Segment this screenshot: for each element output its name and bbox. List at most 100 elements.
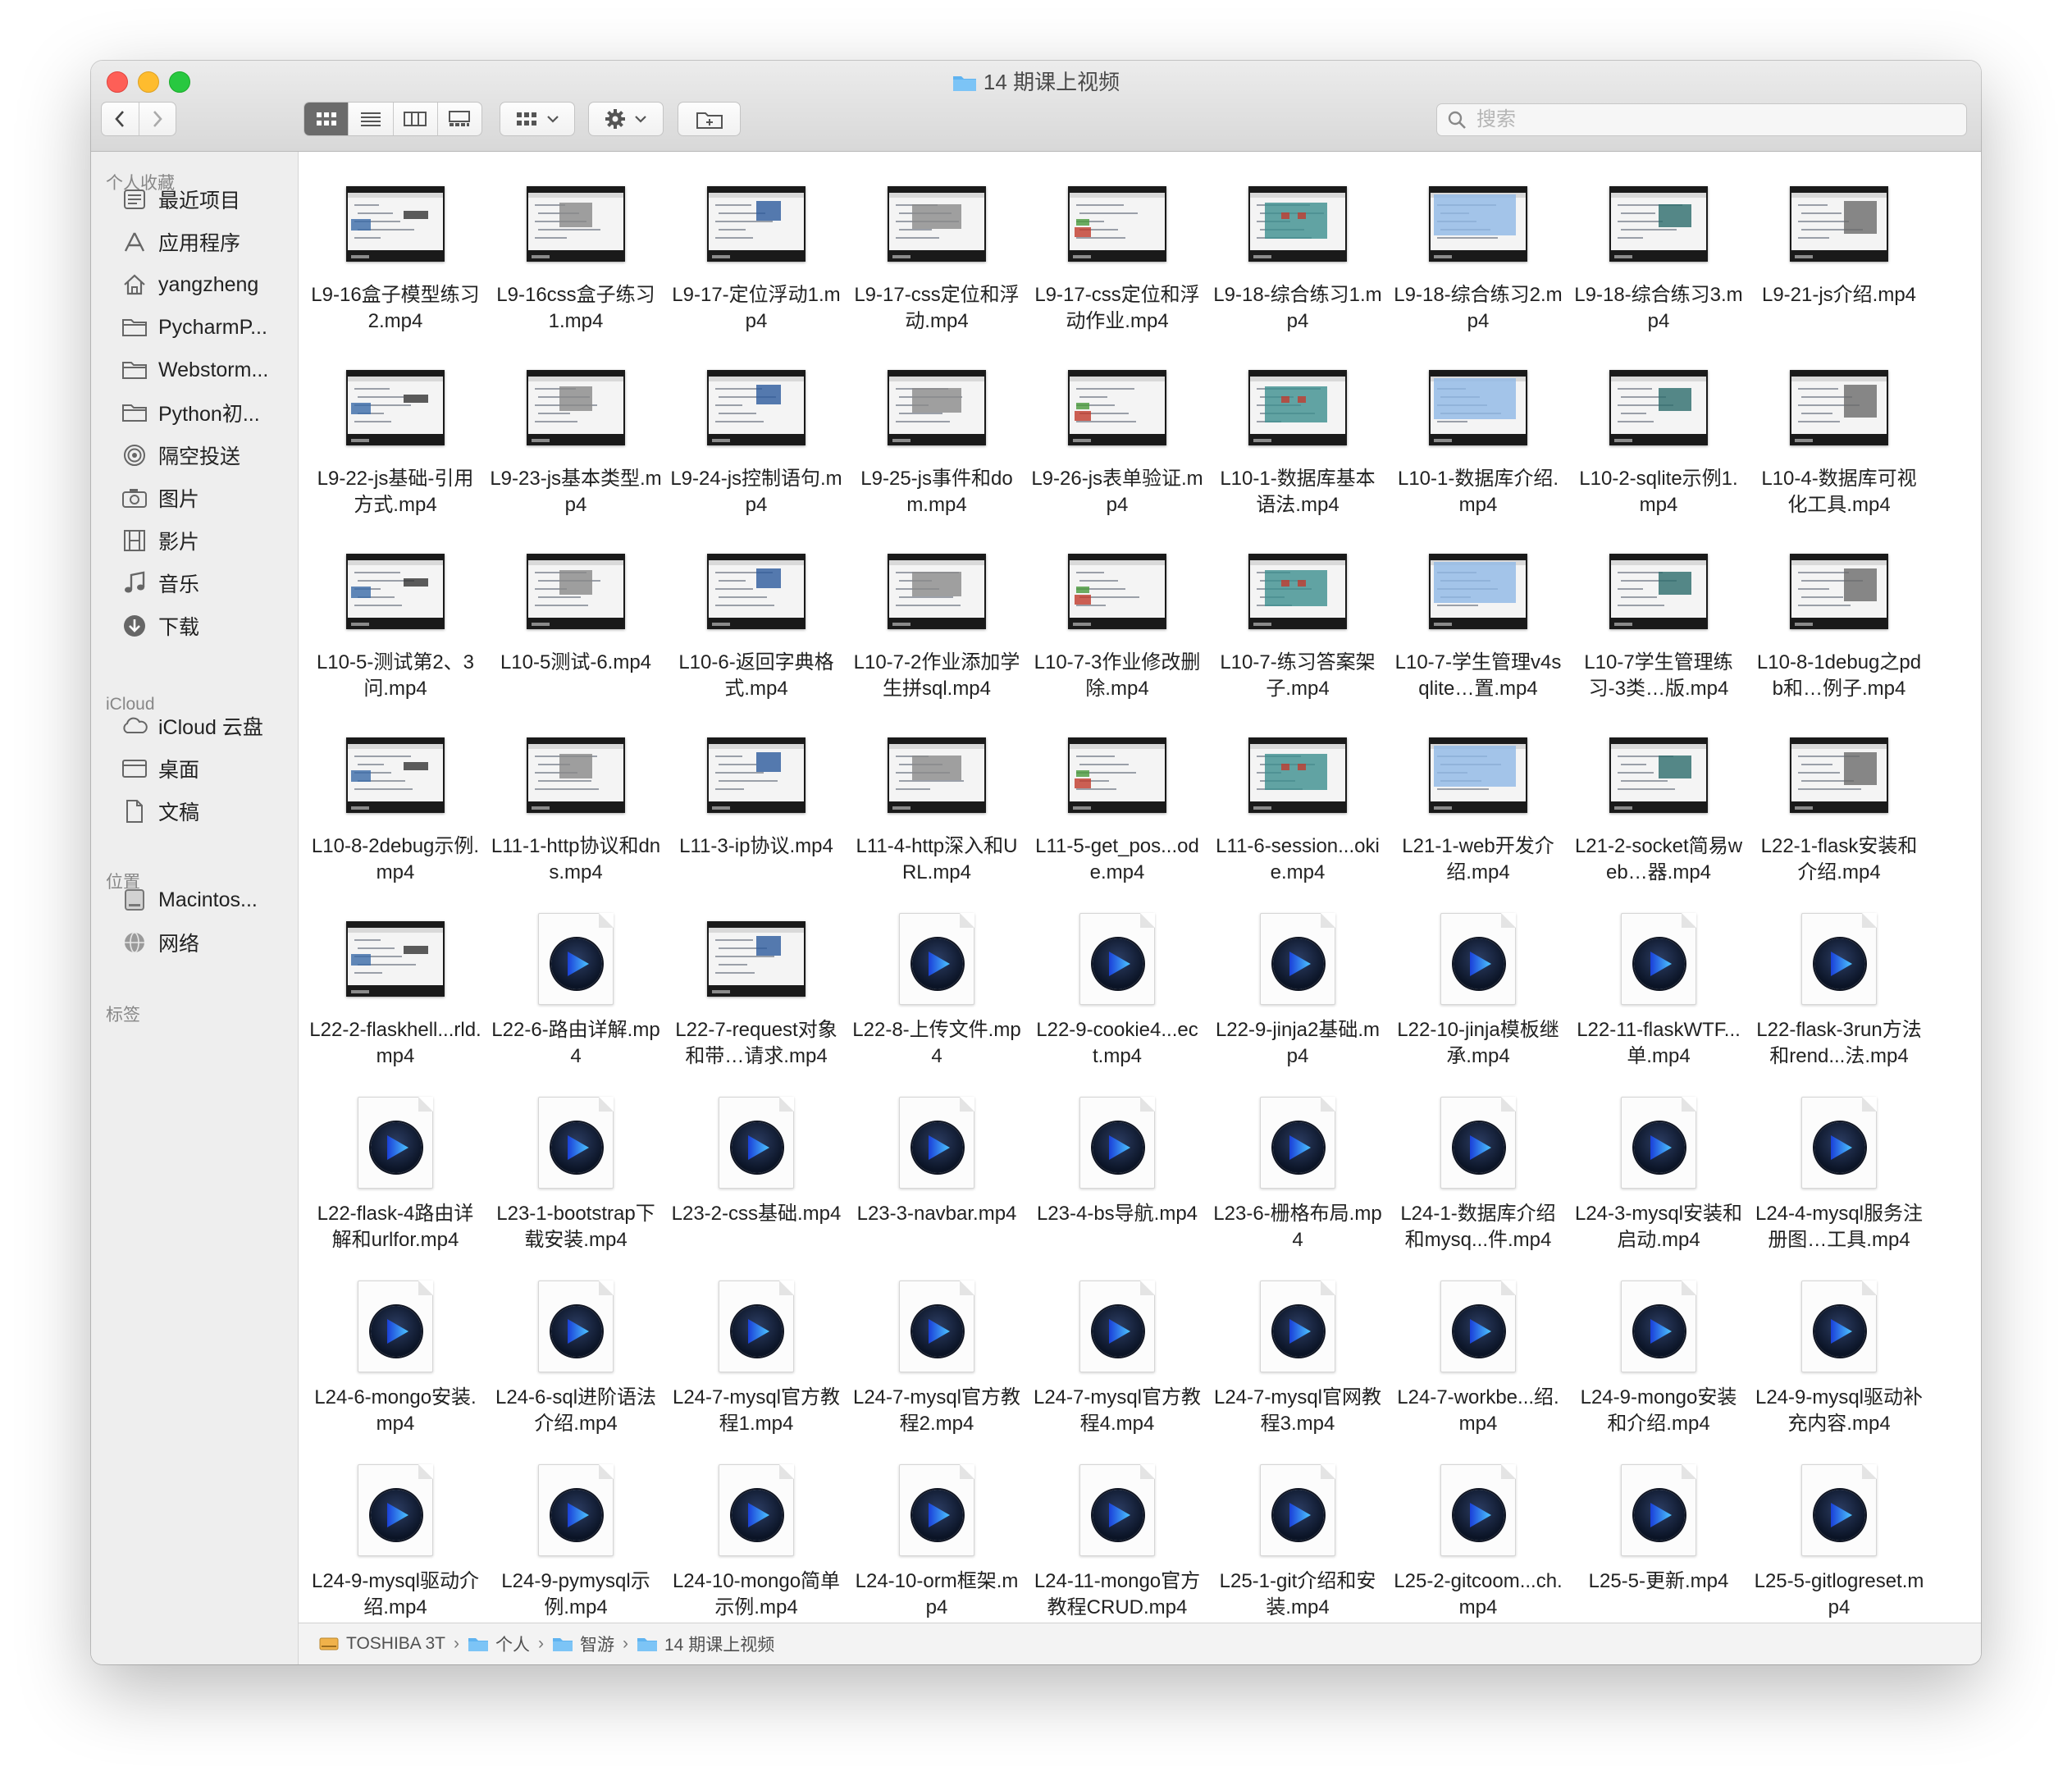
file-item[interactable]: L22-flask-4路由详解和urlfor.mp4 — [305, 1089, 486, 1273]
file-item[interactable]: L9-16盒子模型练习2.mp4 — [305, 171, 486, 354]
path-crumb[interactable]: 14 期课上视频 — [637, 1632, 774, 1656]
list-view-button[interactable] — [349, 103, 394, 135]
file-item[interactable]: L10-7-练习答案架子.mp4 — [1207, 538, 1388, 722]
sidebar-item-python[interactable]: Python初... — [121, 395, 293, 431]
file-item[interactable]: L24-10-mongo简单示例.mp4 — [666, 1457, 847, 1623]
file-item[interactable]: L22-10-jinja模板继承.mp4 — [1388, 906, 1568, 1089]
file-item[interactable]: L22-2-flaskhell...rld.mp4 — [305, 906, 486, 1089]
file-item[interactable]: L10-5测试-6.mp4 — [486, 538, 666, 722]
sidebar-item-desktop[interactable]: 桌面 — [121, 751, 293, 787]
file-item[interactable]: L9-24-js控制语句.mp4 — [666, 354, 847, 538]
file-item[interactable]: L9-21-js介绍.mp4 — [1749, 171, 1929, 354]
file-item[interactable]: L24-9-pymysql示例.mp4 — [486, 1457, 666, 1623]
file-item[interactable]: L22-flask-3run方法和rend...法.mp4 — [1749, 906, 1929, 1089]
file-item[interactable]: L9-18-综合练习1.mp4 — [1207, 171, 1388, 354]
path-crumb[interactable]: TOSHIBA 3T › — [318, 1634, 468, 1654]
sidebar-item-home[interactable]: yangzheng — [121, 267, 293, 303]
sidebar-item-airdrop[interactable]: 隔空投送 — [121, 437, 293, 473]
file-item[interactable]: L23-3-navbar.mp4 — [847, 1089, 1027, 1273]
file-item[interactable]: L22-7-request对象和带…请求.mp4 — [666, 906, 847, 1089]
file-item[interactable]: L22-11-flaskWTF...单.mp4 — [1568, 906, 1749, 1089]
file-item[interactable]: L24-9-mongo安装和介绍.mp4 — [1568, 1273, 1749, 1457]
file-item[interactable]: L11-1-http协议和dns.mp4 — [486, 722, 666, 906]
file-item[interactable]: L11-5-get_pos...ode.mp4 — [1027, 722, 1207, 906]
sidebar-item-documents[interactable]: 文稿 — [121, 793, 293, 829]
sidebar-item-webstorm[interactable]: Webstorm... — [121, 352, 293, 388]
file-item[interactable]: L22-6-路由详解.mp4 — [486, 906, 666, 1089]
file-item[interactable]: L9-17-css定位和浮动.mp4 — [847, 171, 1027, 354]
file-item[interactable]: L9-17-css定位和浮动作业.mp4 — [1027, 171, 1207, 354]
file-item[interactable]: L9-25-js事件和dom.mp4 — [847, 354, 1027, 538]
sidebar-item-applications[interactable]: 应用程序 — [121, 224, 293, 260]
file-item[interactable]: L10-7-3作业修改删除.mp4 — [1027, 538, 1207, 722]
file-item[interactable]: L23-2-css基础.mp4 — [666, 1089, 847, 1273]
file-item[interactable]: L10-7-2作业添加学生拼sql.mp4 — [847, 538, 1027, 722]
file-item[interactable]: L22-8-上传文件.mp4 — [847, 906, 1027, 1089]
file-item[interactable]: L9-26-js表单验证.mp4 — [1027, 354, 1207, 538]
file-item[interactable]: L10-2-sqlite示例1.mp4 — [1568, 354, 1749, 538]
file-item[interactable]: L10-1-数据库介绍.mp4 — [1388, 354, 1568, 538]
file-item[interactable]: L11-3-ip协议.mp4 — [666, 722, 847, 906]
path-crumb[interactable]: 个人 › — [468, 1632, 552, 1656]
file-item[interactable]: L10-7-学生管理v4sqlite…置.mp4 — [1388, 538, 1568, 722]
file-item[interactable]: L24-7-mysql官方教程1.mp4 — [666, 1273, 847, 1457]
forward-button[interactable] — [139, 103, 176, 135]
sidebar-item-icloud-drive[interactable]: iCloud 云盘 — [121, 708, 293, 744]
file-item[interactable]: L25-5-更新.mp4 — [1568, 1457, 1749, 1623]
icon-view-button[interactable] — [304, 103, 349, 135]
file-item[interactable]: L11-4-http深入和URL.mp4 — [847, 722, 1027, 906]
file-item[interactable]: L23-1-bootstrap下载安装.mp4 — [486, 1089, 666, 1273]
file-item[interactable]: L10-6-返回字典格式.mp4 — [666, 538, 847, 722]
file-item[interactable]: L21-2-socket简易web…器.mp4 — [1568, 722, 1749, 906]
file-item[interactable]: L24-11-mongo官方教程CRUD.mp4 — [1027, 1457, 1207, 1623]
sidebar-item-pycharm[interactable]: PycharmP... — [121, 309, 293, 345]
file-item[interactable]: L22-9-cookie4...ect.mp4 — [1027, 906, 1207, 1089]
file-item[interactable]: L9-18-综合练习3.mp4 — [1568, 171, 1749, 354]
file-item[interactable]: L24-7-mysql官方教程2.mp4 — [847, 1273, 1027, 1457]
file-item[interactable]: L25-1-git介绍和安装.mp4 — [1207, 1457, 1388, 1623]
search-input[interactable] — [1475, 107, 1937, 132]
file-item[interactable]: L10-8-1debug之pdb和…例子.mp4 — [1749, 538, 1929, 722]
back-button[interactable] — [102, 103, 139, 135]
file-item[interactable]: L9-17-定位浮动1.mp4 — [666, 171, 847, 354]
file-item[interactable]: L10-4-数据库可视化工具.mp4 — [1749, 354, 1929, 538]
search-field[interactable] — [1436, 103, 1967, 136]
file-item[interactable]: L22-9-jinja2基础.mp4 — [1207, 906, 1388, 1089]
gallery-view-button[interactable] — [438, 103, 481, 135]
file-item[interactable]: L24-9-mysql驱动补充内容.mp4 — [1749, 1273, 1929, 1457]
file-item[interactable]: L24-9-mysql驱动介绍.mp4 — [305, 1457, 486, 1623]
file-item[interactable]: L22-1-flask安装和介绍.mp4 — [1749, 722, 1929, 906]
file-item[interactable]: L24-10-orm框架.mp4 — [847, 1457, 1027, 1623]
file-item[interactable]: L24-1-数据库介绍和mysq...件.mp4 — [1388, 1089, 1568, 1273]
new-folder-button[interactable] — [678, 102, 741, 136]
file-item[interactable]: L24-4-mysql服务注册图…工具.mp4 — [1749, 1089, 1929, 1273]
file-item[interactable]: L10-8-2debug示例.mp4 — [305, 722, 486, 906]
path-crumb[interactable]: 智游 › — [552, 1632, 637, 1656]
file-item[interactable]: L9-23-js基本类型.mp4 — [486, 354, 666, 538]
file-item[interactable]: L24-3-mysql安装和启动.mp4 — [1568, 1089, 1749, 1273]
file-item[interactable]: L25-2-gitcoom...ch.mp4 — [1388, 1457, 1568, 1623]
file-item[interactable]: L23-6-栅格布局.mp4 — [1207, 1089, 1388, 1273]
file-item[interactable]: L10-5-测试第2、3问.mp4 — [305, 538, 486, 722]
sidebar-item-macintosh-hd[interactable]: Macintos... — [121, 882, 293, 918]
file-item[interactable]: L24-7-workbe...绍.mp4 — [1388, 1273, 1568, 1457]
sidebar-item-pictures[interactable]: 图片 — [121, 480, 293, 516]
sidebar-item-movies[interactable]: 影片 — [121, 523, 293, 559]
file-item[interactable]: L10-7学生管理练习-3类…版.mp4 — [1568, 538, 1749, 722]
file-item[interactable]: L24-6-sql进阶语法介绍.mp4 — [486, 1273, 666, 1457]
file-item[interactable]: L24-7-mysql官方教程4.mp4 — [1027, 1273, 1207, 1457]
file-item[interactable]: L23-4-bs导航.mp4 — [1027, 1089, 1207, 1273]
file-item[interactable]: L11-6-session...okie.mp4 — [1207, 722, 1388, 906]
file-item[interactable]: L9-18-综合练习2.mp4 — [1388, 171, 1568, 354]
file-item[interactable]: L9-16css盒子练习1.mp4 — [486, 171, 666, 354]
column-view-button[interactable] — [394, 103, 438, 135]
group-by-button[interactable] — [500, 102, 575, 136]
file-item[interactable]: L21-1-web开发介绍.mp4 — [1388, 722, 1568, 906]
action-menu-button[interactable] — [588, 102, 664, 136]
file-item[interactable]: L24-6-mongo安装.mp4 — [305, 1273, 486, 1457]
sidebar-item-network[interactable]: 网络 — [121, 924, 293, 961]
sidebar-item-music[interactable]: 音乐 — [121, 565, 293, 601]
sidebar-item-recents[interactable]: 最近项目 — [121, 181, 293, 217]
file-item[interactable]: L10-1-数据库基本语法.mp4 — [1207, 354, 1388, 538]
sidebar-item-downloads[interactable]: 下载 — [121, 608, 293, 644]
